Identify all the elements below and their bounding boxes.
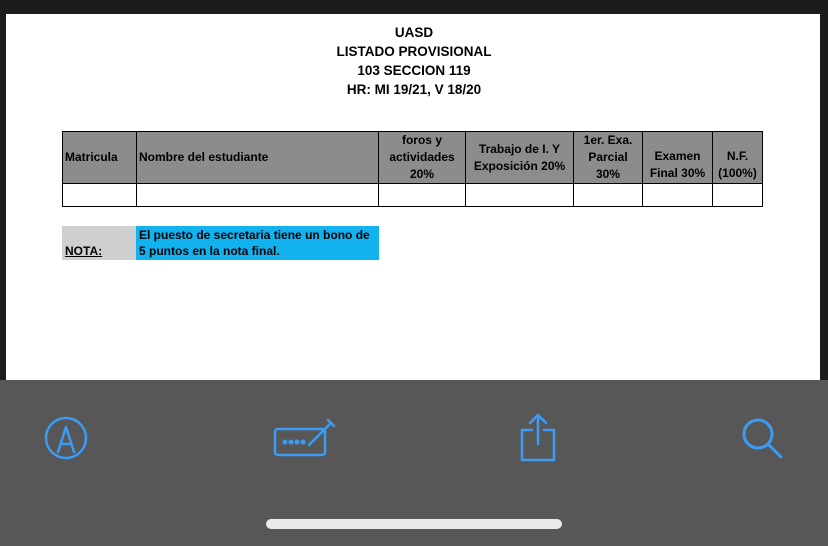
signature-button[interactable] bbox=[273, 410, 337, 466]
column-header-research-work: Trabajo de I. Y Exposición 20% bbox=[465, 131, 574, 184]
student-grades-table: Matricula Nombre del estudiante foros y … bbox=[62, 131, 763, 207]
share-button[interactable] bbox=[510, 410, 566, 466]
bottom-toolbar bbox=[0, 380, 828, 546]
column-header-midterm: 1er. Exa. Parcial 30% bbox=[573, 131, 643, 184]
markup-icon bbox=[44, 416, 88, 460]
search-button[interactable] bbox=[734, 410, 790, 466]
column-header-forums: foros y actividades 20% bbox=[378, 131, 466, 184]
table-header-row: Matricula Nombre del estudiante foros y … bbox=[62, 131, 763, 184]
title-line: LISTADO PROVISIONAL bbox=[336, 44, 492, 59]
title-line: 103 SECCION 119 bbox=[357, 63, 471, 78]
table-cell bbox=[378, 183, 466, 207]
table-cell bbox=[642, 183, 713, 207]
status-bar bbox=[0, 0, 828, 14]
table-cell bbox=[136, 183, 379, 207]
table-cell bbox=[712, 183, 763, 207]
column-header-matricula: Matricula bbox=[62, 131, 137, 184]
table-cell bbox=[465, 183, 574, 207]
markup-button[interactable] bbox=[38, 410, 94, 466]
table-cell bbox=[62, 183, 137, 207]
column-header-final-exam: Examen Final 30% bbox=[642, 131, 713, 184]
note-label: NOTA: bbox=[62, 226, 136, 260]
table-row bbox=[62, 183, 763, 207]
signature-icon bbox=[273, 418, 336, 457]
document-title: UASD LISTADO PROVISIONAL 103 SECCION 119… bbox=[0, 23, 828, 99]
home-indicator[interactable] bbox=[266, 519, 562, 529]
column-header-final-grade: N.F. (100%) bbox=[712, 131, 763, 184]
title-line: HR: MI 19/21, V 18/20 bbox=[346, 82, 482, 97]
column-header-student-name: Nombre del estudiante bbox=[136, 131, 379, 184]
note-text: El puesto de secretaria tiene un bono de… bbox=[136, 226, 379, 260]
search-icon bbox=[742, 418, 783, 459]
table-cell bbox=[573, 183, 643, 207]
share-icon bbox=[520, 413, 556, 462]
title-line: UASD bbox=[394, 25, 434, 40]
